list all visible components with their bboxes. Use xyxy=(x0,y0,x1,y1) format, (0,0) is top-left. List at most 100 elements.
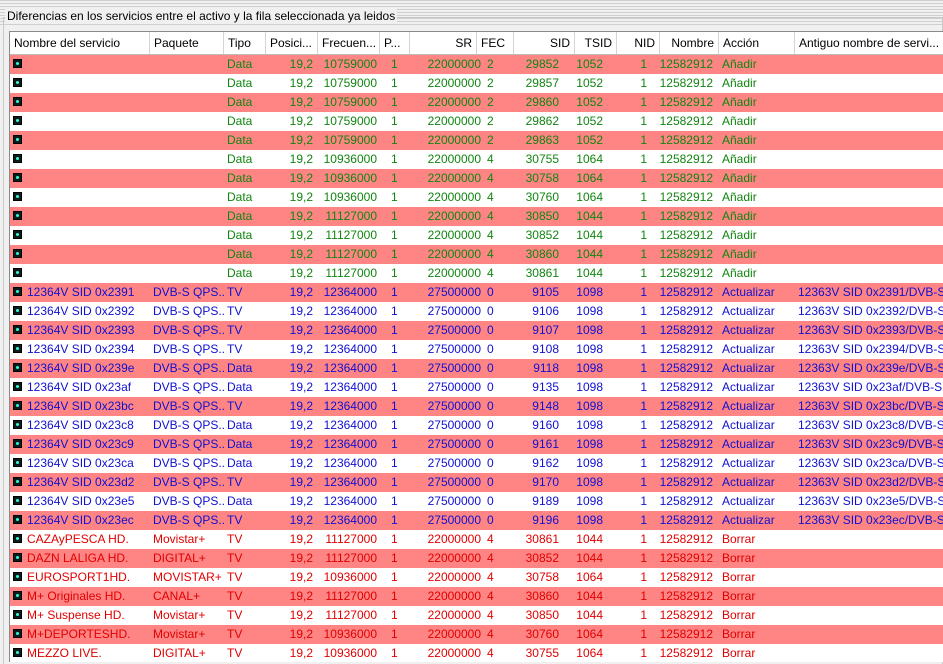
service-name-cell: 12364V SID 0x23c9 xyxy=(27,437,134,451)
column-header-sid[interactable]: SID xyxy=(514,32,575,54)
column-header-polarization[interactable]: P... xyxy=(380,32,410,54)
table-row[interactable]: 12364V SID 0x2393 DVB-S QPS... TV 19,2 12364… xyxy=(10,321,943,340)
tsid-cell: 1052 xyxy=(576,95,603,109)
table-row[interactable]: Data 19,2 10759000 1 22000000 2 29862 1052 1 1258… xyxy=(10,112,943,131)
sid-cell: 9160 xyxy=(532,418,559,432)
old-name-cell xyxy=(795,169,943,188)
table-row[interactable]: Data 19,2 10759000 1 22000000 2 29852 1052 1 1258… xyxy=(10,55,943,74)
table-row[interactable]: CAZAyPESCA HD. Movistar+ TV 19,2 11127000 1 22… xyxy=(10,530,943,549)
fec-cell: 4 xyxy=(487,152,494,166)
table-row[interactable]: 12364V SID 0x23ec DVB-S QPS... TV 19,2 12364… xyxy=(10,511,943,530)
type-cell: TV xyxy=(227,323,243,337)
column-header-type[interactable]: Tipo xyxy=(224,32,266,54)
table-row[interactable]: Data 19,2 11127000 1 22000000 4 30850 1044 1 1258… xyxy=(10,207,943,226)
column-header-frequency[interactable]: Frecuen... xyxy=(318,32,380,54)
table-row[interactable]: DAZN LALIGA HD. DIGITAL+ TV 19,2 11127000 1 22… xyxy=(10,549,943,568)
table-row[interactable]: 12364V SID 0x23ca DVB-S QPS... Data 19,2 123… xyxy=(10,454,943,473)
table-row[interactable]: Data 19,2 11127000 1 22000000 4 30852 1044 1 1258… xyxy=(10,226,943,245)
table-row[interactable]: 12364V SID 0x23d2 DVB-S QPS... TV 19,2 12364… xyxy=(10,473,943,492)
column-header-action[interactable]: Acción xyxy=(719,32,795,54)
fec-cell: 4 xyxy=(487,589,494,603)
table-row[interactable]: M+ Suspense HD. Movistar+ TV 19,2 11127000 1 2… xyxy=(10,606,943,625)
action-cell: Borrar xyxy=(722,608,756,622)
table-row[interactable]: 12364V SID 0x2392 DVB-S QPS... TV 19,2 12364… xyxy=(10,302,943,321)
action-cell: Añadir xyxy=(722,247,757,261)
service-name-cell xyxy=(24,226,150,245)
frequency-cell: 12364000 xyxy=(323,513,377,527)
table-row[interactable]: 12364V SID 0x23bc DVB-S QPS... TV 19,2 12364… xyxy=(10,397,943,416)
tv-service-icon xyxy=(13,97,22,106)
position-cell: 19,2 xyxy=(289,209,313,223)
column-header-name[interactable]: Nombre xyxy=(660,32,719,54)
type-cell: TV xyxy=(227,646,243,660)
old-name-cell: 12363V SID 0x23c8/DVB-S ... xyxy=(798,418,943,432)
table-row[interactable]: Data 19,2 10759000 1 22000000 2 29857 1052 1 1258… xyxy=(10,74,943,93)
type-cell: Data xyxy=(227,361,253,375)
column-header-fec[interactable]: FEC xyxy=(477,32,514,54)
package-cell xyxy=(150,74,224,93)
name-cell: 12582912 xyxy=(659,646,713,660)
type-cell: TV xyxy=(227,570,243,584)
column-header-symbol-rate[interactable]: SR xyxy=(410,32,477,54)
column-header-tsid[interactable]: TSID xyxy=(575,32,617,54)
table-row[interactable]: Data 19,2 11127000 1 22000000 4 30861 1044 1 1258… xyxy=(10,264,943,283)
fec-cell: 0 xyxy=(487,304,494,318)
table-row[interactable]: 12364V SID 0x2391 DVB-S QPS... TV 19,2 12364… xyxy=(10,283,943,302)
table-row[interactable]: 12364V SID 0x23e5 DVB-S QPS... Data 19,2 123… xyxy=(10,492,943,511)
symbol-rate-cell: 22000000 xyxy=(427,589,481,603)
name-cell: 12582912 xyxy=(659,532,713,546)
table-row[interactable]: 12364V SID 0x239e DVB-S QPS... Data 19,2 123… xyxy=(10,359,943,378)
services-diff-table[interactable]: Nombre del servicio Paquete Tipo Posici... F… xyxy=(9,31,943,662)
frequency-cell: 11127000 xyxy=(325,209,377,223)
symbol-rate-cell: 22000000 xyxy=(427,57,481,71)
symbol-rate-cell: 27500000 xyxy=(427,475,481,489)
service-name-cell: 12364V SID 0x23af xyxy=(27,380,132,394)
column-header-position[interactable]: Posici... xyxy=(266,32,318,54)
table-row[interactable]: 12364V SID 0x23c9 DVB-S QPS... Data 19,2 123… xyxy=(10,435,943,454)
sid-cell: 30852 xyxy=(525,228,559,242)
service-name-cell xyxy=(24,93,150,112)
table-row[interactable]: EUROSPORT1HD. MOVISTAR+ TV 19,2 10936000 1 220… xyxy=(10,568,943,587)
type-cell: TV xyxy=(227,551,243,565)
table-row[interactable]: 12364V SID 0x23c8 DVB-S QPS... Data 19,2 123… xyxy=(10,416,943,435)
package-cell xyxy=(150,93,224,112)
table-row[interactable]: Data 19,2 10759000 1 22000000 2 29860 1052 1 1258… xyxy=(10,93,943,112)
service-name-cell: M+ Originales HD. xyxy=(27,589,126,603)
tsid-cell: 1044 xyxy=(576,551,603,565)
name-cell: 12582912 xyxy=(659,627,713,641)
service-name-cell: 12364V SID 0x23ca xyxy=(27,456,134,470)
table-row[interactable]: Data 19,2 10936000 1 22000000 4 30760 1064 1 1258… xyxy=(10,188,943,207)
table-row[interactable]: Data 19,2 10759000 1 22000000 2 29863 1052 1 1258… xyxy=(10,131,943,150)
type-cell: Data xyxy=(227,114,253,128)
type-cell: TV xyxy=(227,513,243,527)
table-row[interactable]: Data 19,2 10936000 1 22000000 4 30755 1064 1 1258… xyxy=(10,150,943,169)
symbol-rate-cell: 27500000 xyxy=(427,456,481,470)
table-row[interactable]: 12364V SID 0x2394 DVB-S QPS... TV 19,2 12364… xyxy=(10,340,943,359)
name-cell: 12582912 xyxy=(659,57,713,71)
table-row[interactable]: Data 19,2 10936000 1 22000000 4 30758 1064 1 1258… xyxy=(10,169,943,188)
groupbox-title: Diferencias en los servicios entre el ac… xyxy=(5,9,398,23)
table-row[interactable]: 12364V SID 0x23af DVB-S QPS... Data 19,2 123… xyxy=(10,378,943,397)
old-name-cell xyxy=(795,207,943,226)
frequency-cell: 10759000 xyxy=(323,114,377,128)
column-header-nid[interactable]: NID xyxy=(617,32,660,54)
nid-cell: 1 xyxy=(640,418,647,432)
action-cell: Añadir xyxy=(722,133,757,147)
column-header-service-name[interactable]: Nombre del servicio xyxy=(10,32,150,54)
tsid-cell: 1098 xyxy=(576,475,603,489)
tsid-cell: 1098 xyxy=(576,342,603,356)
name-cell: 12582912 xyxy=(659,456,713,470)
table-header: Nombre del servicio Paquete Tipo Posici... F… xyxy=(10,32,943,55)
sid-cell: 29857 xyxy=(525,76,559,90)
type-cell: Data xyxy=(227,57,253,71)
column-header-package[interactable]: Paquete xyxy=(150,32,224,54)
sid-cell: 9135 xyxy=(532,380,559,394)
table-row[interactable]: Data 19,2 11127000 1 22000000 4 30860 1044 1 1258… xyxy=(10,245,943,264)
nid-cell: 1 xyxy=(640,475,647,489)
name-cell: 12582912 xyxy=(659,285,713,299)
name-cell: 12582912 xyxy=(659,608,713,622)
table-row[interactable]: M+ Originales HD. CANAL+ TV 19,2 11127000 1 22… xyxy=(10,587,943,606)
table-row[interactable]: MEZZO LIVE. DIGITAL+ TV 19,2 10936000 1 220000… xyxy=(10,644,943,662)
column-header-old-name[interactable]: Antiguo nombre de servi... xyxy=(795,32,943,54)
table-row[interactable]: M+DEPORTESHD. Movistar+ TV 19,2 10936000 1 220… xyxy=(10,625,943,644)
